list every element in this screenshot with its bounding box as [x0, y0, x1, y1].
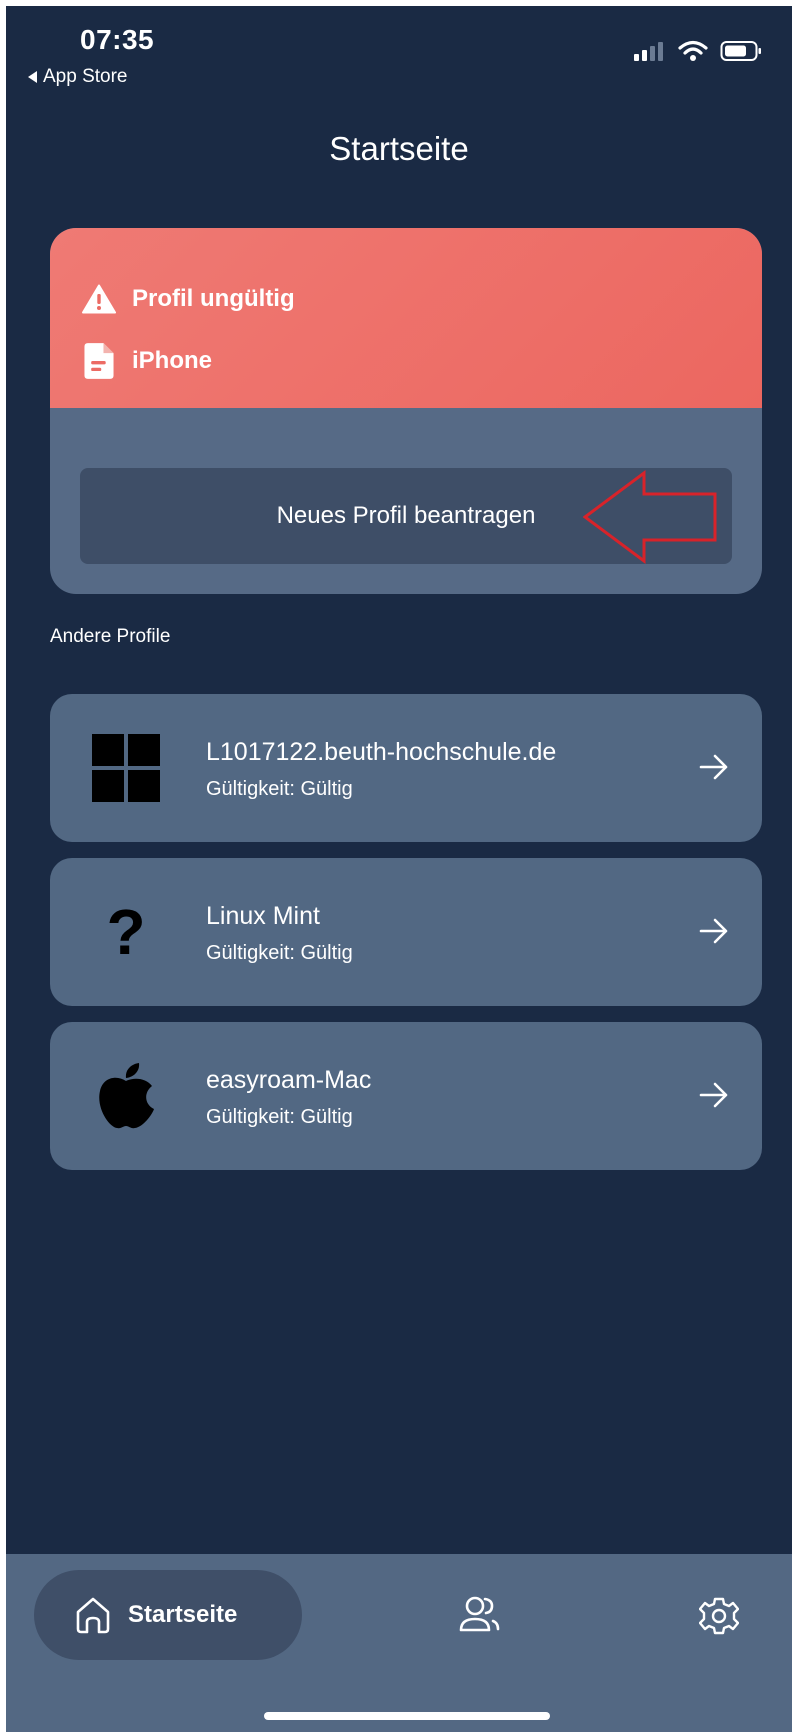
signal-icon — [634, 42, 663, 61]
document-icon — [84, 343, 114, 379]
tab-profiles[interactable] — [458, 1594, 502, 1639]
profiles-icon — [459, 1596, 500, 1632]
profile-name: Linux Mint — [206, 902, 320, 930]
profile-status-row: Profil ungültig — [82, 284, 295, 314]
profile-validity: Gültigkeit: Gültig — [206, 942, 353, 964]
request-new-profile-label: Neues Profil beantragen — [276, 502, 536, 529]
back-to-app-store-link[interactable]: App Store — [28, 66, 128, 88]
profile-name: easyroam-Mac — [206, 1066, 372, 1094]
profile-card-linux-mint[interactable]: ? Linux Mint Gültigkeit: Gültig — [50, 858, 762, 1006]
tab-settings[interactable] — [698, 1596, 740, 1641]
back-label: App Store — [43, 66, 128, 87]
tab-home[interactable]: Startseite — [34, 1570, 302, 1660]
profile-card-windows[interactable]: L1017122.beuth-hochschule.de Gültigkeit:… — [50, 694, 762, 842]
status-bar-time: 07:35 — [80, 24, 155, 55]
home-icon — [76, 1597, 110, 1634]
profile-validity: Gültigkeit: Gültig — [206, 778, 353, 800]
other-profiles-heading: Andere Profile — [50, 626, 171, 647]
device-row: iPhone — [82, 342, 212, 380]
arrow-right-icon — [699, 918, 728, 944]
back-triangle-icon — [28, 71, 37, 83]
status-bar-icons — [634, 40, 762, 62]
red-arrow-annotation-icon — [583, 470, 717, 564]
home-indicator — [264, 1712, 550, 1720]
battery-icon — [720, 41, 761, 61]
gear-icon — [698, 1597, 740, 1635]
wifi-icon — [678, 40, 708, 61]
profile-status-text: Profil ungültig — [132, 285, 295, 312]
page-title: Startseite — [329, 130, 469, 167]
warning-icon — [82, 284, 116, 314]
question-mark-icon: ? — [106, 896, 146, 968]
tab-bar: Startseite — [6, 1554, 792, 1732]
invalid-profile-banner: Profil ungültig iPhone — [50, 228, 762, 408]
device-name: iPhone — [132, 347, 213, 374]
profile-name: L1017122.beuth-hochschule.de — [206, 738, 557, 766]
apple-logo-icon — [90, 1060, 162, 1132]
tab-home-label: Startseite — [128, 1601, 238, 1628]
arrow-right-icon — [699, 754, 728, 780]
windows-logo-icon — [90, 732, 162, 804]
profile-card-mac[interactable]: easyroam-Mac Gültigkeit: Gültig — [50, 1022, 762, 1170]
app-screen: 07:35 App Store Startseite Profil ungült… — [6, 6, 792, 1732]
invalid-profile-card: Profil ungültig iPhone Neues Profil bean… — [50, 228, 762, 594]
arrow-right-icon — [699, 1082, 728, 1108]
profile-validity: Gültigkeit: Gültig — [206, 1106, 353, 1128]
